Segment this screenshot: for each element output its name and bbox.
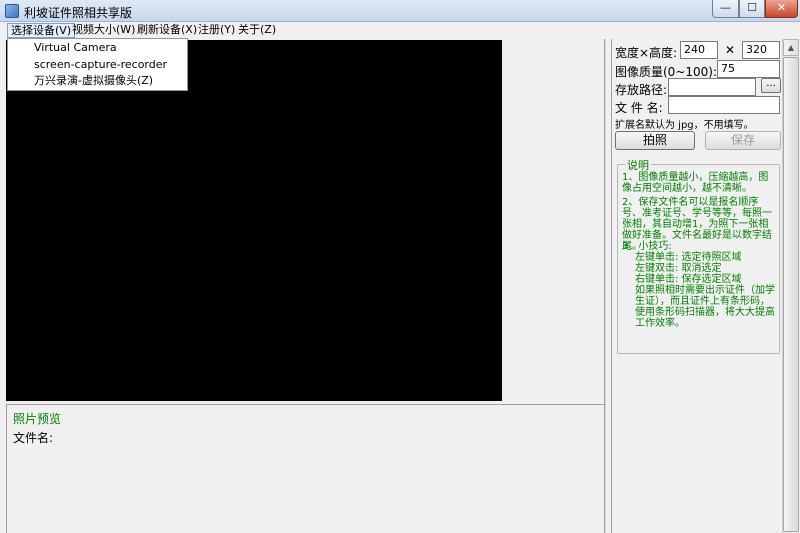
tip-line-3: 右键单击: 保存选定区域 [635, 274, 742, 285]
title-bar: 利坡证件照相共享版 — ☐ ✕ [0, 0, 800, 22]
times-sign: ✕ [725, 43, 736, 57]
maximize-button[interactable]: ☐ [739, 0, 765, 18]
preview-filename-label: 文件名: [13, 431, 54, 445]
instructions-groupbox: 说明 1、图像质量越小，压缩越高，图像占用空间越小，越不清晰。 2、保存文件名可… [617, 157, 780, 354]
scroll-up-arrow-icon[interactable]: ▲ [783, 39, 799, 56]
camera-video-frame[interactable] [6, 40, 502, 401]
quality-input[interactable]: 75 [717, 60, 780, 78]
app-icon [5, 4, 19, 18]
save-button[interactable]: 保存 [705, 131, 781, 150]
menu-bar: 选择设备(V) 视频大小(W) 刷新设备(X) 注册(Y) 关于(Z) [0, 22, 800, 39]
menu-video-size[interactable]: 视频大小(W) [69, 23, 138, 38]
size-label: 宽度×高度: [615, 46, 678, 60]
menu-register[interactable]: 注册(Y) [195, 23, 238, 38]
device-option-virtual-camera[interactable]: Virtual Camera [34, 41, 117, 55]
browse-button[interactable]: ... [761, 78, 781, 93]
photo-preview-panel: 照片预览 文件名: [6, 404, 604, 533]
minimize-button[interactable]: — [712, 0, 739, 18]
device-dropdown-menu: Virtual Camera screen-capture-recorder 万… [7, 38, 188, 91]
scroll-thumb[interactable] [783, 57, 799, 532]
filename-label: 文 件 名: [615, 101, 663, 115]
instructions-title: 说明 [625, 157, 651, 173]
vertical-scrollbar[interactable]: ▲ [782, 39, 799, 533]
tip-line-2: 左键双击: 取消选定 [635, 263, 722, 274]
device-option-wondershare-virtual-camera[interactable]: 万兴录演-虚拟摄像头(Z) [34, 74, 153, 88]
settings-panel: 宽度×高度: 240 ✕ 320 图像质量(0~100): 75 存放路径: .… [611, 39, 781, 533]
instruction-1: 1、图像质量越小，压缩越高，图像占用空间越小，越不清晰。 [622, 172, 769, 194]
filename-input[interactable] [668, 96, 780, 114]
path-label: 存放路径: [615, 83, 668, 97]
menu-select-device[interactable]: 选择设备(V) [7, 23, 76, 38]
shoot-button[interactable]: 拍照 [615, 131, 695, 150]
preview-title: 照片预览 [13, 412, 62, 426]
width-input[interactable]: 240 [680, 41, 718, 59]
window-title: 利坡证件照相共享版 [24, 6, 133, 20]
menu-refresh-device[interactable]: 刷新设备(X) [134, 23, 200, 38]
height-input[interactable]: 320 [742, 41, 780, 59]
tip-line-1: 左键单击: 选定待照区域 [635, 252, 742, 263]
menu-about[interactable]: 关于(Z) [235, 23, 279, 38]
close-button[interactable]: ✕ [765, 0, 798, 18]
device-option-screen-capture-recorder[interactable]: screen-capture-recorder [34, 58, 167, 72]
extension-hint: 扩展名默认为 jpg，不用填写。 [615, 120, 754, 131]
tip-barcode: 如果照相时需要出示证件（加学生证），而且证件上有条形码，使用条形码扫描器，将大大… [635, 285, 775, 329]
panel-divider[interactable] [604, 39, 606, 533]
save-path-input[interactable] [668, 78, 756, 96]
instruction-3-title: 3、小技巧: [622, 241, 672, 252]
